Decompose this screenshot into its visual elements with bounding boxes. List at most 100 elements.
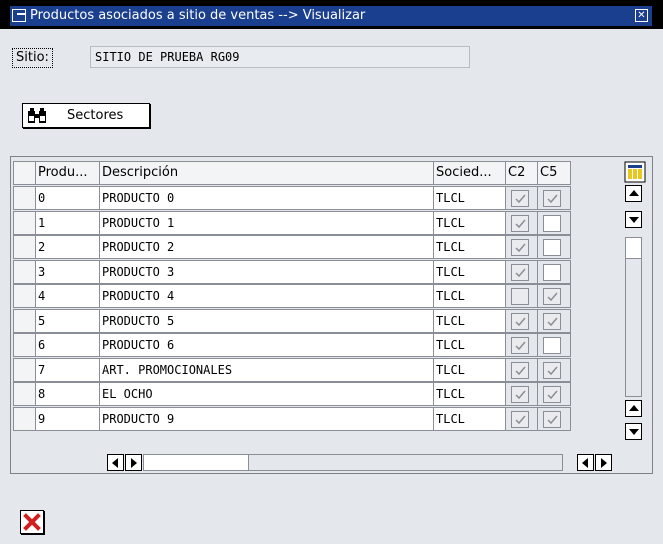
cell-c2 [506,235,538,259]
cancel-button[interactable] [20,510,44,534]
cell-sociedad: TLCL [434,186,506,210]
check-icon [515,219,526,229]
page-down-icon[interactable] [625,423,642,440]
cell-producto: 3 [36,260,100,284]
col-header-sociedad[interactable]: Socied... [434,161,506,185]
row-selector[interactable] [13,333,36,357]
cell-producto: 4 [36,284,100,308]
c5-checkbox[interactable] [543,190,561,207]
cell-descripcion: PRODUCTO 0 [100,186,434,210]
cell-c2 [506,309,538,333]
cell-sociedad: TLCL [434,382,506,406]
binoculars-icon [28,107,46,123]
row-selector[interactable] [13,211,36,235]
row-selector[interactable] [13,260,36,284]
cell-descripcion: PRODUCTO 6 [100,333,434,357]
c5-checkbox[interactable] [543,264,561,281]
table-row: 0 PRODUCTO 0 TLCL [11,186,621,210]
cell-producto: 6 [36,333,100,357]
table-row: 3 PRODUCTO 3 TLCL [11,260,621,284]
sitio-label: Sitio: [12,48,53,68]
c2-checkbox[interactable] [511,190,529,207]
page-up-icon[interactable] [625,400,642,417]
vertical-scrollbar[interactable] [625,185,643,440]
column-scroll-left-icon[interactable] [577,454,594,471]
table-header: Produ... Descripción Socied... C2 C5 [11,161,621,185]
vertical-scroll-track[interactable] [625,259,642,397]
c5-checkbox[interactable] [543,288,561,305]
c2-checkbox[interactable] [511,362,529,379]
c5-checkbox[interactable] [543,362,561,379]
scroll-down-icon[interactable] [625,211,642,228]
vertical-scroll-thumb[interactable] [625,237,642,259]
column-scroll-right-icon[interactable] [595,454,612,471]
c5-checkbox[interactable] [543,411,561,428]
sitio-value: SITIO DE PRUEBA RG09 [90,46,470,68]
cell-producto: 8 [36,382,100,406]
row-selector[interactable] [13,358,36,382]
check-icon [515,268,526,278]
check-icon [547,292,558,302]
window-icon [12,9,26,22]
cell-sociedad: TLCL [434,260,506,284]
cell-descripcion: PRODUCTO 1 [100,211,434,235]
cell-sociedad: TLCL [434,284,506,308]
c2-checkbox[interactable] [511,215,529,232]
cell-descripcion: PRODUCTO 4 [100,284,434,308]
c5-checkbox[interactable] [543,313,561,330]
c2-checkbox[interactable] [511,264,529,281]
c2-checkbox[interactable] [511,411,529,428]
select-all-cell[interactable] [13,161,36,185]
cell-c2 [506,211,538,235]
table-row: 2 PRODUCTO 2 TLCL [11,235,621,259]
window-title: Productos asociados a sitio de ventas --… [30,8,366,23]
check-icon [547,194,558,204]
check-icon [547,317,558,327]
row-selector[interactable] [13,407,36,431]
cell-c5 [538,309,571,333]
cell-descripcion: EL OCHO [100,382,434,406]
close-icon[interactable]: ✕ [635,9,648,22]
row-selector[interactable] [13,284,36,308]
product-table: Produ... Descripción Socied... C2 C5 0 PR… [10,156,653,474]
scroll-right-icon[interactable] [125,454,142,471]
column-layout-icon[interactable] [624,161,646,183]
horizontal-scrollbar[interactable] [107,454,572,472]
c5-checkbox[interactable] [543,337,561,354]
table-row: 7 ART. PROMOCIONALES TLCL [11,358,621,382]
cell-producto: 5 [36,309,100,333]
row-selector[interactable] [13,186,36,210]
check-icon [515,341,526,351]
col-header-descripcion[interactable]: Descripción [100,161,434,185]
check-icon [515,415,526,425]
scroll-left-icon[interactable] [107,454,124,471]
table-row: 5 PRODUCTO 5 TLCL [11,309,621,333]
cell-descripcion: ART. PROMOCIONALES [100,358,434,382]
table-row: 8 EL OCHO TLCL [11,382,621,406]
c2-checkbox[interactable] [511,288,529,305]
c5-checkbox[interactable] [543,239,561,256]
scroll-up-icon[interactable] [625,185,642,202]
c2-checkbox[interactable] [511,337,529,354]
horizontal-scroll-thumb[interactable] [143,454,249,471]
c5-checkbox[interactable] [543,215,561,232]
row-selector[interactable] [13,382,36,406]
table-row: 4 PRODUCTO 4 TLCL [11,284,621,308]
col-header-c2[interactable]: C2 [506,161,538,185]
sectores-button[interactable]: Sectores [22,103,150,128]
c2-checkbox[interactable] [511,313,529,330]
cell-descripcion: PRODUCTO 5 [100,309,434,333]
col-header-producto[interactable]: Produ... [36,161,100,185]
row-selector[interactable] [13,309,36,333]
table-row: 6 PRODUCTO 6 TLCL [11,333,621,357]
c2-checkbox[interactable] [511,386,529,403]
cell-descripcion: PRODUCTO 9 [100,407,434,431]
cell-sociedad: TLCL [434,309,506,333]
c2-checkbox[interactable] [511,239,529,256]
row-selector[interactable] [13,235,36,259]
check-icon [547,366,558,376]
c5-checkbox[interactable] [543,386,561,403]
col-header-c5[interactable]: C5 [538,161,571,185]
cell-c2 [506,260,538,284]
title-bar: Productos asociados a sitio de ventas --… [0,0,663,29]
